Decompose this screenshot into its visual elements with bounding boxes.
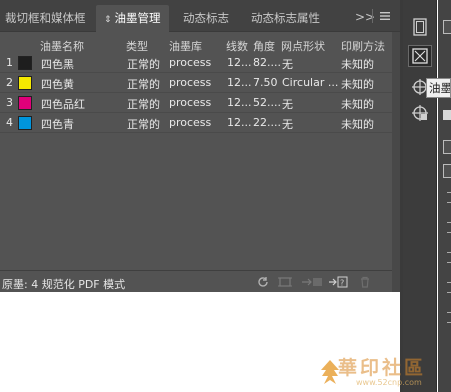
ink-dot-shape: 无: [282, 118, 293, 131]
tooltip: 油墨: [426, 78, 451, 98]
ink-print-method: 未知的: [341, 118, 374, 131]
panel-footer: 原墨: 4 规范化 PDF 模式 ?: [0, 274, 392, 292]
tab-dynamic-marks[interactable]: 动态标志: [175, 5, 237, 32]
ink-lines: 12...: [227, 96, 252, 109]
ink-index: 1: [6, 56, 13, 69]
watermark-url: www.52cnp.com: [356, 378, 422, 387]
ink-count-status: 原墨: 4 规范化 PDF 模式: [2, 278, 126, 291]
col-header-dot-shape[interactable]: 网点形状: [281, 38, 325, 54]
tab-dynamic-mark-properties[interactable]: 动态标志属性: [243, 5, 328, 32]
panel-separator: [372, 9, 373, 23]
ink-index: 2: [6, 76, 13, 89]
col-header-name[interactable]: 油墨名称: [40, 38, 84, 54]
ink-angle: 82....: [253, 56, 281, 69]
add-ink-icon[interactable]: ?: [328, 276, 348, 288]
ink-angle: 22....: [253, 116, 281, 129]
dock-button[interactable]: [443, 110, 451, 120]
ink-row[interactable]: 1 四色黑 正常的 process 12... 82.... 无 未知的: [0, 53, 392, 73]
map-ink-icon[interactable]: [301, 276, 323, 288]
ink-angle: 7.50: [253, 76, 278, 89]
col-header-lines[interactable]: 线数: [226, 38, 248, 54]
dock-checkbox[interactable]: [443, 20, 451, 34]
dock-checkbox[interactable]: [443, 164, 451, 178]
ink-type: 正常的: [127, 58, 160, 71]
ink-manager-panel: 裁切框和媒体框 ⇕ 油墨管理 动态标志 动态标志属性 >> 油墨名称 类型 油墨库…: [0, 0, 400, 292]
ink-library: process: [169, 56, 212, 69]
ink-row[interactable]: 3 四色品红 正常的 process 12... 52.... 无 未知的: [0, 93, 392, 113]
ink-print-method: 未知的: [341, 98, 374, 111]
ink-color-swatch: [18, 116, 32, 130]
ink-lines: 12...: [227, 76, 252, 89]
ink-name: 四色黑: [41, 58, 74, 71]
dock-tick: [447, 322, 451, 323]
right-dock-edge: [438, 0, 451, 392]
col-header-type[interactable]: 类型: [126, 38, 148, 54]
ink-print-method: 未知的: [341, 58, 374, 71]
refresh-icon[interactable]: [256, 276, 270, 288]
col-header-angle[interactable]: 角度: [253, 38, 275, 54]
ink-name: 四色品红: [41, 98, 85, 111]
dock-tick: [447, 232, 451, 233]
ink-type: 正常的: [127, 78, 160, 91]
ink-dot-shape: Circular ...: [282, 76, 339, 89]
dock-tick: [447, 262, 451, 263]
ink-row[interactable]: 4 四色青 正常的 process 12... 22.... 无 未知的: [0, 113, 392, 133]
ink-index: 4: [6, 116, 13, 129]
dock-tick: [447, 312, 451, 313]
dock-tick: [447, 222, 451, 223]
tab-ink-manager[interactable]: ⇕ 油墨管理: [96, 5, 169, 32]
ink-lines: 12...: [227, 56, 252, 69]
dock-tick: [447, 282, 451, 283]
ink-table: 1 四色黑 正常的 process 12... 82.... 无 未知的 2 四…: [0, 53, 392, 133]
tab-trim-media-box[interactable]: 裁切框和媒体框: [0, 5, 94, 32]
panel-tab-bar: 裁切框和媒体框 ⇕ 油墨管理 动态标志 动态标志属性 >>: [0, 0, 400, 32]
ink-row[interactable]: 2 四色黄 正常的 process 12... 7.50 Circular ..…: [0, 73, 392, 93]
ink-type: 正常的: [127, 118, 160, 131]
ink-type: 正常的: [127, 98, 160, 111]
ink-dot-shape: 无: [282, 98, 293, 111]
ink-manager-icon[interactable]: [408, 45, 432, 67]
sort-arrows-icon: ⇕: [104, 15, 112, 25]
ink-angle: 52....: [253, 96, 281, 109]
ink-color-swatch: [18, 56, 32, 70]
col-header-print-method[interactable]: 印刷方法: [341, 38, 385, 54]
ink-print-method: 未知的: [341, 78, 374, 91]
ink-library: process: [169, 96, 212, 109]
ink-library: process: [169, 76, 212, 89]
col-header-library[interactable]: 油墨库: [169, 38, 202, 54]
watermark-text: 華印社區: [338, 357, 427, 379]
ink-table-header: 油墨名称 类型 油墨库 线数 角度 网点形状 印刷方法: [0, 36, 392, 53]
trash-icon[interactable]: [358, 276, 372, 288]
dock-tick: [447, 252, 451, 253]
ink-color-swatch: [18, 96, 32, 110]
ink-lines: 12...: [227, 116, 252, 129]
page-box-icon[interactable]: [408, 16, 432, 38]
frame-icon[interactable]: [278, 276, 292, 288]
table-scrollbar[interactable]: [392, 32, 400, 292]
ink-name: 四色青: [41, 118, 74, 131]
mark-settings-icon[interactable]: [408, 102, 432, 124]
dock-tick: [447, 192, 451, 193]
svg-text:?: ?: [340, 279, 344, 288]
footer-divider: [0, 270, 392, 271]
ink-library: process: [169, 116, 212, 129]
ink-index: 3: [6, 96, 13, 109]
tab-ink-manager-label: 油墨管理: [114, 11, 161, 25]
dock-tick: [447, 202, 451, 203]
dock-checkbox[interactable]: [443, 140, 451, 154]
ink-dot-shape: 无: [282, 58, 293, 71]
ink-color-swatch: [18, 76, 32, 90]
tool-strip: [403, 0, 437, 392]
ink-name: 四色黄: [41, 78, 74, 91]
panel-menu-icon[interactable]: [379, 10, 391, 22]
dock-tick: [447, 292, 451, 293]
